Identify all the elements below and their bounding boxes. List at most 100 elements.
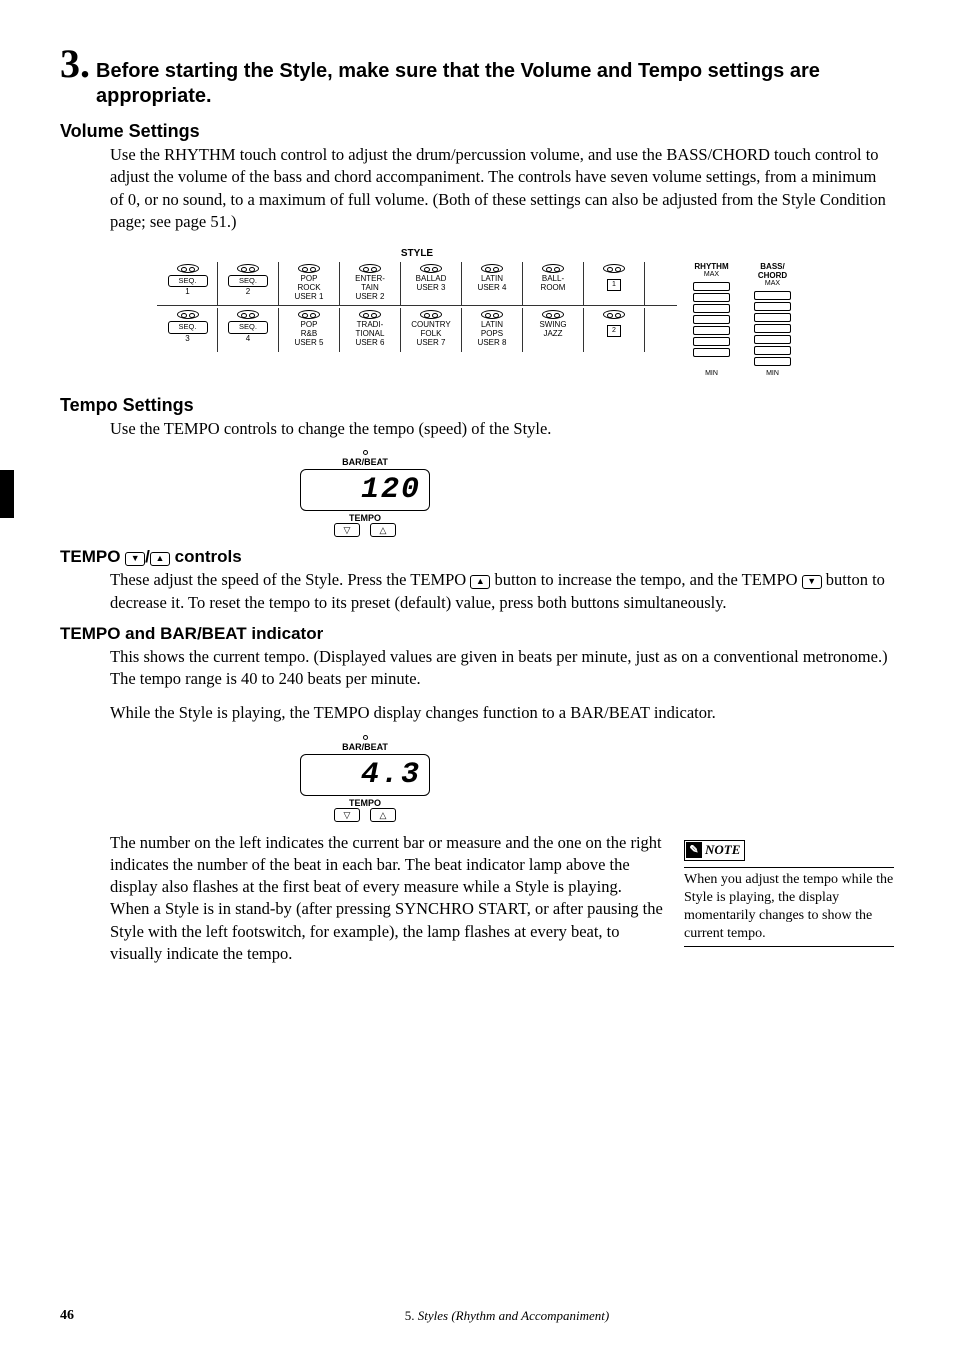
- barbeat-label: BAR/BEAT: [300, 457, 430, 467]
- basschord-min: MIN: [748, 370, 797, 377]
- seq-number: 2: [219, 288, 277, 297]
- style-cell: 2: [584, 308, 645, 351]
- beat-lamp-icon: [363, 450, 368, 455]
- tempo-controls-heading: TEMPO ▼/▲ controls: [60, 547, 894, 567]
- tempo-controls-body: These adjust the speed of the Style. Pre…: [110, 569, 894, 614]
- style-label: JAZZ: [524, 330, 582, 339]
- seq-button: SEQ.: [228, 275, 268, 287]
- style-label: USER 7: [402, 339, 460, 348]
- chapter-num: 5.: [405, 1308, 418, 1323]
- seq-button: SEQ.: [168, 321, 208, 333]
- led-icon: [481, 264, 503, 273]
- style-cell: POPR&BUSER 5: [279, 308, 340, 351]
- style-cell: SWINGJAZZ: [523, 308, 584, 351]
- tempo-heading: Tempo Settings: [60, 395, 894, 416]
- tc-b1b: button to increase the tempo, and the TE…: [490, 570, 801, 589]
- style-cell: LATINUSER 4: [462, 262, 523, 305]
- tc-suffix: controls: [170, 547, 242, 566]
- style-label: USER 1: [280, 293, 338, 302]
- tc-prefix: TEMPO: [60, 547, 125, 566]
- style-cell: POPROCKUSER 1: [279, 262, 340, 305]
- note-box: ✎ NOTE When you adjust the tempo while t…: [684, 840, 894, 966]
- style-cell: LATINPOPSUSER 8: [462, 308, 523, 351]
- style-cell: ENTER-TAINUSER 2: [340, 262, 401, 305]
- chapter-title: 5. Styles (Rhythm and Accompaniment): [120, 1308, 894, 1324]
- style-label: USER 8: [463, 339, 521, 348]
- page-number: 46: [60, 1308, 120, 1324]
- tempo-indicator-heading: TEMPO and BAR/BEAT indicator: [60, 624, 894, 644]
- down-arrow-icon: ▼: [802, 575, 822, 589]
- basschord-max: MAX: [748, 280, 797, 287]
- led-icon: [542, 310, 564, 319]
- led-icon: [420, 264, 442, 273]
- tempo-label: TEMPO: [300, 513, 430, 523]
- style-cell: SEQ.2: [218, 262, 279, 305]
- beat-lamp-icon: [363, 735, 368, 740]
- tempo-label: TEMPO: [300, 798, 430, 808]
- rhythm-volume: RHYTHM MAX MIN: [687, 262, 736, 377]
- down-arrow-icon: ▼: [125, 552, 145, 566]
- led-icon: [298, 264, 320, 273]
- tempo-down-button: ▽: [334, 523, 360, 537]
- tempo-indicator-body2: While the Style is playing, the TEMPO di…: [110, 702, 894, 724]
- step-number: 3.: [60, 40, 90, 87]
- style-label: USER 6: [341, 339, 399, 348]
- led-icon: [237, 310, 259, 319]
- led-icon: [359, 310, 381, 319]
- led-icon: [603, 310, 625, 319]
- seq-button: SEQ.: [228, 321, 268, 333]
- bank-button: 2: [607, 325, 621, 337]
- led-icon: [359, 264, 381, 273]
- page-footer: 46 5. Styles (Rhythm and Accompaniment): [0, 1308, 954, 1324]
- led-icon: [481, 310, 503, 319]
- style-cell: BALLADUSER 3: [401, 262, 462, 305]
- style-cell: COUNTRYFOLKUSER 7: [401, 308, 462, 351]
- chapter-name: Styles (Rhythm and Accompaniment): [418, 1308, 609, 1323]
- style-cell: 1: [584, 262, 645, 305]
- tempo-display-1: BAR/BEAT 120 TEMPO ▽ △: [300, 450, 430, 537]
- note-header: ✎ NOTE: [684, 840, 745, 861]
- style-panel-title: STYLE: [157, 248, 797, 259]
- led-icon: [542, 264, 564, 273]
- seq-number: 3: [159, 335, 216, 344]
- up-arrow-icon: ▲: [150, 552, 170, 566]
- led-icon: [603, 264, 625, 273]
- tempo-lcd-value: 120: [300, 469, 430, 511]
- led-icon: [177, 264, 199, 273]
- style-label: USER 3: [402, 284, 460, 293]
- left-margin-tab: [0, 470, 14, 518]
- style-cell: TRADI-TIONALUSER 6: [340, 308, 401, 351]
- style-cell: SEQ. 3: [157, 308, 218, 351]
- note-body: When you adjust the tempo while the Styl…: [684, 871, 894, 944]
- seq-number: 1: [159, 288, 216, 297]
- note-icon: ✎: [686, 842, 702, 858]
- style-cell: SEQ.1: [157, 262, 218, 305]
- rhythm-min: MIN: [687, 370, 736, 377]
- tempo-up-button: △: [370, 808, 396, 822]
- tc-b1a: These adjust the speed of the Style. Pre…: [110, 570, 470, 589]
- note-label: NOTE: [705, 842, 740, 859]
- style-label: USER 2: [341, 293, 399, 302]
- rhythm-label: RHYTHM: [687, 262, 736, 271]
- step-title: Before starting the Style, make sure tha…: [96, 59, 894, 109]
- barbeat-label: BAR/BEAT: [300, 742, 430, 752]
- led-icon: [177, 310, 199, 319]
- style-label: ROOM: [524, 284, 582, 293]
- style-label: USER 5: [280, 339, 338, 348]
- tempo-body: Use the TEMPO controls to change the tem…: [110, 418, 894, 440]
- volume-body: Use the RHYTHM touch control to adjust t…: [110, 144, 894, 233]
- style-cell: SEQ. 4: [218, 308, 279, 351]
- basschord-label: BASS/ CHORD: [748, 262, 797, 280]
- led-icon: [298, 310, 320, 319]
- barbeat-lcd-value: 4.3: [300, 754, 430, 796]
- style-panel-diagram: STYLE SEQ.1SEQ.2POPROCKUSER 1ENTER-TAINU…: [157, 248, 797, 377]
- led-icon: [420, 310, 442, 319]
- up-arrow-icon: ▲: [470, 575, 490, 589]
- tempo-up-button: △: [370, 523, 396, 537]
- rhythm-max: MAX: [687, 271, 736, 278]
- bank-button: 1: [607, 279, 621, 291]
- led-icon: [237, 264, 259, 273]
- seq-number: 4: [219, 335, 277, 344]
- basschord-volume: BASS/ CHORD MAX MIN: [748, 262, 797, 377]
- tempo-down-button: ▽: [334, 808, 360, 822]
